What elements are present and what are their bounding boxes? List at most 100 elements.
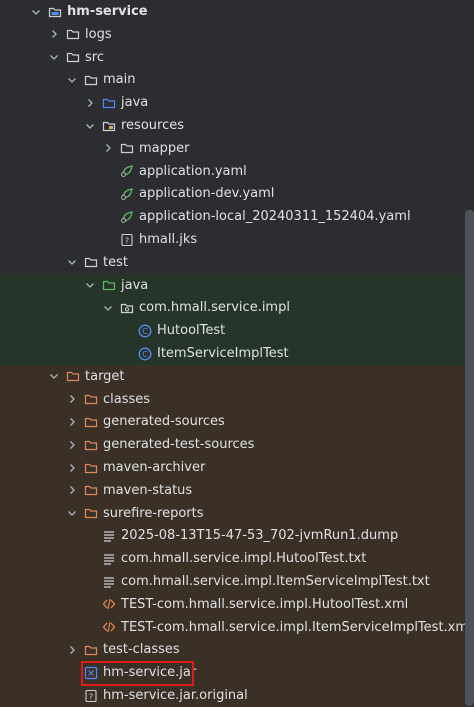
chevron-right-icon[interactable] — [48, 28, 60, 40]
excluded-folder-icon — [84, 506, 98, 520]
highlight-box — [81, 661, 194, 686]
tree-item-label: main — [103, 72, 136, 88]
tree-item-label: 2025-08-13T15-47-53_702-jvmRun1.dump — [121, 528, 399, 544]
svg-text:?: ? — [89, 692, 93, 701]
tree-row[interactable]: maven-archiver — [0, 456, 464, 479]
excluded-folder-icon — [84, 438, 98, 452]
chevron-down-icon[interactable] — [30, 6, 42, 18]
tree-row[interactable]: com.hmall.service.impl.ItemServiceImplTe… — [0, 570, 464, 593]
chevron-down-icon[interactable] — [48, 370, 60, 382]
tree-row[interactable]: surefire-reports — [0, 501, 464, 525]
tree-row[interactable]: 2025-08-13T15-47-53_702-jvmRun1.dump — [0, 524, 464, 548]
chevron-down-icon[interactable] — [84, 279, 96, 291]
tree-row[interactable]: main — [0, 68, 464, 91]
tree-row[interactable]: hm-service.jar — [0, 661, 464, 685]
tree-item-label: java — [121, 95, 149, 111]
tree-item-label: com.hmall.service.impl.ItemServiceImplTe… — [121, 574, 430, 589]
project-tree: hm-service logs src main java resources mapper… — [0, 0, 472, 707]
chevron-right-icon[interactable] — [66, 484, 78, 496]
xml-file-icon — [102, 620, 116, 634]
chevron-down-icon[interactable] — [66, 256, 78, 268]
excluded-folder-icon — [84, 415, 98, 429]
tree-row[interactable]: com.hmall.service.impl — [0, 296, 464, 320]
tree-row[interactable]: ? hm-service.jar.original — [0, 684, 464, 707]
chevron-right-icon[interactable] — [66, 462, 78, 474]
class-icon: C — [138, 347, 152, 361]
chevron-right-icon[interactable] — [66, 416, 78, 428]
tree-item-label: test — [103, 254, 128, 270]
excluded-folder-icon — [84, 643, 98, 657]
tree-row[interactable]: generated-test-sources — [0, 433, 464, 457]
vertical-scrollbar[interactable] — [465, 210, 474, 706]
tree-row[interactable]: application-dev.yaml — [0, 182, 464, 205]
tree-row[interactable]: C ItemServiceImplTest — [0, 342, 464, 365]
tree-row[interactable]: TEST-com.hmall.service.impl.ItemServiceI… — [0, 615, 472, 639]
tree-item-label: logs — [85, 26, 112, 42]
tree-row[interactable]: TEST-com.hmall.service.impl.HutoolTest.x… — [0, 592, 464, 616]
folder-icon — [84, 73, 98, 87]
tree-item-label: application-dev.yaml — [139, 186, 275, 202]
folder-icon — [84, 255, 98, 269]
xml-file-icon — [102, 597, 116, 611]
tree-row[interactable]: hm-service — [0, 0, 464, 23]
tree-row[interactable]: resources — [0, 114, 464, 137]
tree-row[interactable]: ? hmall.jks — [0, 228, 464, 251]
tree-row[interactable]: test — [0, 251, 464, 274]
tree-row[interactable]: generated-sources — [0, 410, 464, 434]
tree-row[interactable]: java — [0, 273, 464, 297]
spring-config-icon — [120, 210, 134, 224]
excluded-folder-icon — [66, 369, 80, 383]
svg-text:C: C — [142, 327, 148, 336]
tree-item-label: surefire-reports — [103, 505, 204, 521]
unknown-file-icon: ? — [84, 689, 98, 703]
folder-icon — [120, 141, 134, 155]
chevron-down-icon[interactable] — [66, 74, 78, 86]
tree-row[interactable]: logs — [0, 23, 464, 46]
chevron-down-icon[interactable] — [84, 120, 96, 132]
tree-row[interactable]: classes — [0, 387, 464, 411]
chevron-right-icon[interactable] — [66, 644, 78, 656]
chevron-right-icon[interactable] — [66, 393, 78, 405]
tree-item-label: generated-test-sources — [103, 437, 255, 453]
tree-item-label: java — [121, 277, 149, 293]
chevron-down-icon[interactable] — [48, 51, 60, 63]
tree-row[interactable]: com.hmall.service.impl.HutoolTest.txt — [0, 547, 464, 571]
text-file-icon — [102, 575, 116, 589]
svg-text:C: C — [142, 350, 148, 359]
tree-row[interactable]: test-classes — [0, 638, 464, 662]
unknown-file-icon: ? — [120, 233, 134, 247]
excluded-folder-icon — [84, 461, 98, 475]
tree-item-label: resources — [121, 118, 185, 133]
folder-icon — [66, 27, 80, 41]
chevron-down-icon[interactable] — [102, 302, 114, 314]
svg-text:?: ? — [125, 236, 129, 245]
tree-row[interactable]: application.yaml — [0, 160, 464, 183]
chevron-right-icon[interactable] — [102, 142, 114, 154]
tree-row[interactable]: java — [0, 91, 464, 114]
tree-row[interactable]: target — [0, 364, 464, 388]
tree-item-label: hmall.jks — [139, 232, 198, 247]
tree-item-label: target — [85, 368, 125, 384]
tree-item-label: generated-sources — [103, 414, 225, 430]
tree-item-label: TEST-com.hmall.service.impl.HutoolTest.x… — [121, 596, 409, 612]
tree-row[interactable]: src — [0, 46, 464, 69]
spring-config-icon — [120, 164, 134, 178]
tree-row[interactable]: mapper — [0, 137, 464, 160]
tree-item-label: maven-archiver — [103, 460, 206, 475]
chevron-right-icon[interactable] — [84, 97, 96, 109]
folder-icon — [66, 50, 80, 64]
tree-row[interactable]: maven-status — [0, 478, 464, 502]
chevron-down-icon[interactable] — [66, 507, 78, 519]
chevron-right-icon[interactable] — [66, 439, 78, 451]
tree-row[interactable]: application-local_20240311_152404.yaml — [0, 205, 464, 228]
source-folder-icon — [102, 96, 116, 110]
resources-folder-icon — [102, 119, 116, 133]
tree-row[interactable]: C HutoolTest — [0, 319, 464, 343]
